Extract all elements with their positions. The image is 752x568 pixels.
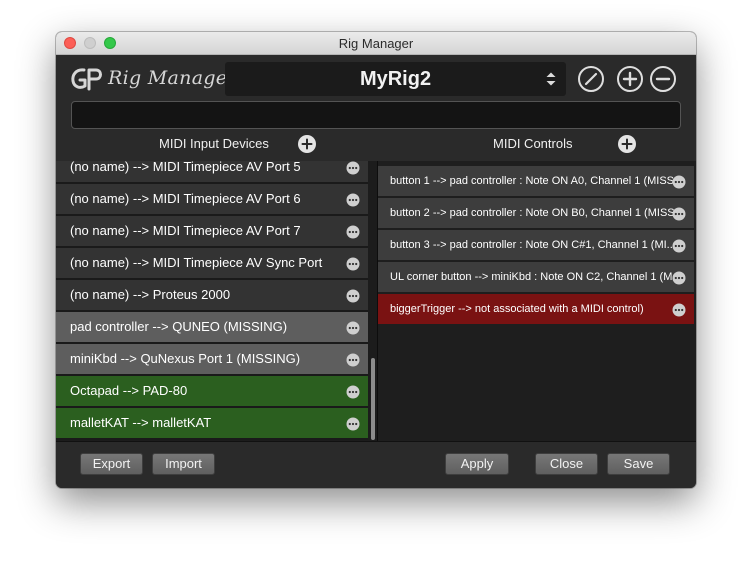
- midi-control-label: button 1 --> pad controller : Note ON A0…: [390, 175, 684, 187]
- midi-control-row[interactable]: button 1 --> pad controller : Note ON A0…: [378, 166, 694, 196]
- midi-controls-header: MIDI Controls: [493, 136, 573, 151]
- midi-control-row[interactable]: button 2 --> pad controller : Note ON B0…: [378, 198, 694, 228]
- plus-circle-icon: [621, 138, 633, 150]
- rename-rig-button[interactable]: [578, 66, 604, 92]
- scrollbar-thumb[interactable]: [371, 358, 375, 440]
- ellipsis-circle-icon[interactable]: [346, 353, 360, 367]
- input-device-row[interactable]: miniKbd --> QuNexus Port 1 (MISSING): [56, 344, 368, 376]
- footer-bar: Export Import Apply Close Save: [56, 441, 696, 488]
- plus-circle-icon: [301, 138, 313, 150]
- rig-selector[interactable]: MyRig2: [225, 62, 566, 96]
- midi-input-devices-header: MIDI Input Devices: [159, 136, 269, 151]
- ellipsis-circle-icon[interactable]: [346, 193, 360, 207]
- rig-name: MyRig2: [359, 68, 432, 90]
- ellipsis-circle-icon[interactable]: [346, 321, 360, 335]
- logo-text: Rig Manager: [108, 67, 237, 89]
- apply-button[interactable]: Apply: [445, 453, 509, 475]
- plus-circle-icon: [622, 71, 638, 87]
- gp-logo-icon: [71, 68, 102, 91]
- input-device-label: pad controller --> QUNEO (MISSING): [70, 319, 288, 334]
- input-device-row[interactable]: Octapad --> PAD-80: [56, 376, 368, 408]
- ellipsis-circle-icon[interactable]: [672, 239, 686, 253]
- save-button[interactable]: Save: [607, 453, 670, 475]
- status-field: [71, 101, 681, 129]
- slash-circle-icon: [584, 72, 598, 86]
- input-device-row[interactable]: pad controller --> QUNEO (MISSING): [56, 312, 368, 344]
- input-device-row[interactable]: (no name) --> MIDI Timepiece AV Port 5: [56, 161, 368, 184]
- ellipsis-circle-icon[interactable]: [346, 385, 360, 399]
- midi-control-label: biggerTrigger --> not associated with a …: [390, 303, 644, 315]
- ellipsis-circle-icon[interactable]: [672, 207, 686, 221]
- input-device-row[interactable]: (no name) --> Proteus 2000: [56, 280, 368, 312]
- midi-control-label: button 2 --> pad controller : Note ON B0…: [390, 207, 684, 219]
- input-device-label: (no name) --> Proteus 2000: [70, 287, 231, 302]
- ellipsis-circle-icon[interactable]: [346, 161, 360, 175]
- up-down-chevron-icon: [546, 72, 556, 86]
- midi-control-row[interactable]: biggerTrigger --> not associated with a …: [378, 294, 694, 324]
- input-devices-scrollbar[interactable]: [369, 161, 377, 441]
- input-device-label: miniKbd --> QuNexus Port 1 (MISSING): [70, 351, 301, 366]
- input-device-label: malletKAT --> malletKAT: [70, 415, 212, 430]
- input-device-label: (no name) --> MIDI Timepiece AV Port 5: [70, 161, 301, 174]
- ellipsis-circle-icon[interactable]: [346, 417, 360, 431]
- input-device-label: (no name) --> MIDI Timepiece AV Port 6: [70, 191, 301, 206]
- input-device-row[interactable]: (no name) --> MIDI Timepiece AV Port 7: [56, 216, 368, 248]
- midi-input-devices-list[interactable]: (no name) --> MIDI Timepiece AV Port 5 (…: [56, 161, 377, 441]
- ellipsis-circle-icon[interactable]: [672, 175, 686, 189]
- add-input-device-button[interactable]: [298, 135, 316, 153]
- midi-control-label: button 3 --> pad controller : Note ON C#…: [390, 239, 676, 251]
- ellipsis-circle-icon[interactable]: [346, 289, 360, 303]
- input-device-label: Octapad --> PAD-80: [70, 383, 188, 398]
- header: Rig Manager MyRig2 MIDI Input Devices MI…: [56, 55, 696, 184]
- input-device-row[interactable]: malletKAT --> malletKAT: [56, 408, 368, 440]
- midi-controls-list[interactable]: button 1 --> pad controller : Note ON A0…: [378, 161, 696, 441]
- midi-control-label: UL corner button --> miniKbd : Note ON C…: [390, 271, 682, 283]
- rig-manager-window: Rig Manager Rig Manager MyRig2 MIDI Inpu…: [56, 32, 696, 488]
- title-bar: Rig Manager: [56, 32, 696, 55]
- minus-circle-icon: [655, 77, 671, 81]
- ellipsis-circle-icon[interactable]: [672, 271, 686, 285]
- midi-control-row[interactable]: UL corner button --> miniKbd : Note ON C…: [378, 262, 694, 292]
- close-button[interactable]: Close: [535, 453, 598, 475]
- input-device-row[interactable]: (no name) --> MIDI Timepiece AV Sync Por…: [56, 248, 368, 280]
- input-device-label: (no name) --> MIDI Timepiece AV Sync Por…: [70, 255, 323, 270]
- remove-rig-button[interactable]: [650, 66, 676, 92]
- ellipsis-circle-icon[interactable]: [346, 257, 360, 271]
- input-device-label: (no name) --> MIDI Timepiece AV Port 7: [70, 223, 301, 238]
- add-midi-control-button[interactable]: [618, 135, 636, 153]
- ellipsis-circle-icon[interactable]: [346, 225, 360, 239]
- input-device-row[interactable]: (no name) --> MIDI Timepiece AV Port 6: [56, 184, 368, 216]
- window-title: Rig Manager: [338, 36, 414, 51]
- midi-control-row[interactable]: button 3 --> pad controller : Note ON C#…: [378, 230, 694, 260]
- add-rig-button[interactable]: [617, 66, 643, 92]
- export-button[interactable]: Export: [80, 453, 143, 475]
- import-button[interactable]: Import: [152, 453, 215, 475]
- app-logo: Rig Manager: [70, 64, 236, 94]
- ellipsis-circle-icon[interactable]: [672, 303, 686, 317]
